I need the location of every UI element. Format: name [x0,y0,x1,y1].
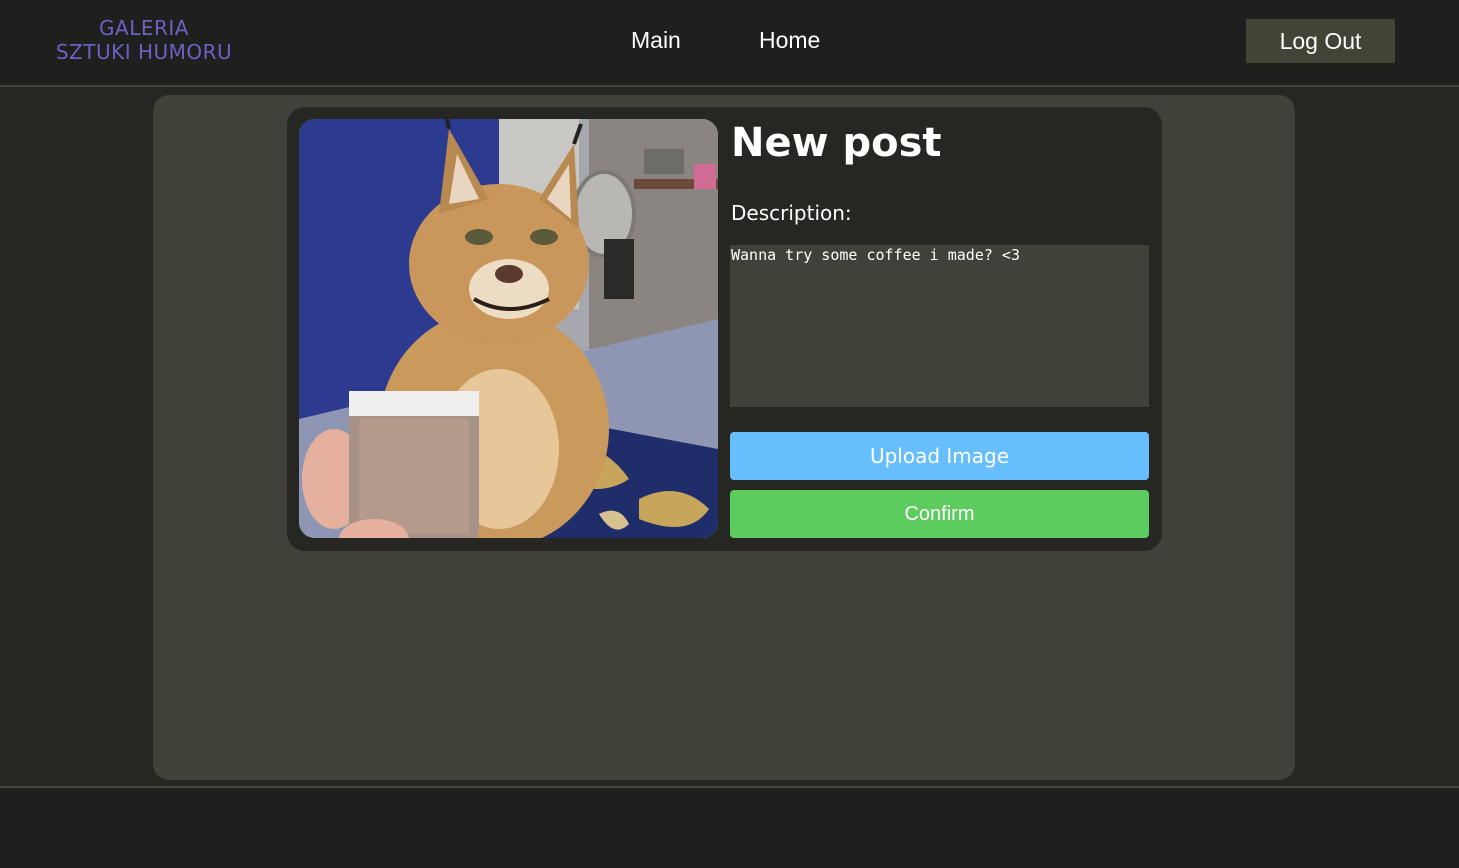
cat-with-drink-picture [299,119,718,538]
confirm-button[interactable]: Confirm [730,490,1149,538]
footer [0,786,1459,868]
logo-line-2: SZTUKI HUMORU [55,40,233,64]
nav-link-home[interactable]: Home [759,24,820,56]
nav-link-main[interactable]: Main [631,24,681,56]
page-title: New post [731,120,942,166]
log-out-button[interactable]: Log Out [1246,19,1395,63]
logo-line-1: GALERIA [99,16,189,40]
upload-image-button[interactable]: Upload Image [730,432,1149,480]
description-textarea[interactable]: Wanna try some coffee i made? <3 [730,245,1149,407]
post-image-preview [299,119,718,538]
top-navbar: GALERIA SZTUKI HUMORU Main Home Log Out [0,0,1459,87]
site-logo[interactable]: GALERIA SZTUKI HUMORU [36,16,252,64]
description-label: Description: [731,201,852,225]
